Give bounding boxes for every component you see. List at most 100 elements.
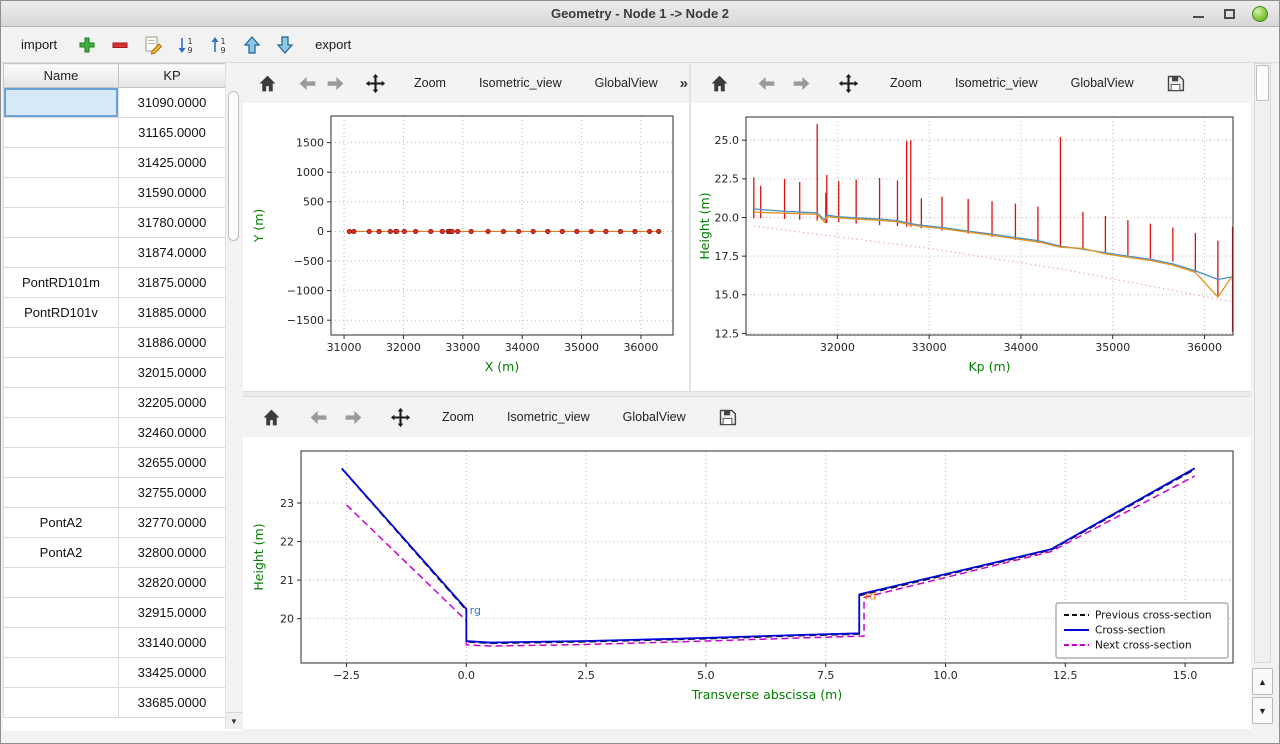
cell-kp[interactable]: 32820.0000 [119,568,226,598]
cell-kp[interactable]: 31425.0000 [119,148,226,178]
cell-kp[interactable]: 32015.0000 [119,358,226,388]
import-button[interactable]: import [11,33,67,56]
table-row[interactable]: 31590.0000 [4,178,226,208]
cell-name[interactable] [4,418,119,448]
column-header-name[interactable]: Name [4,64,119,88]
cell-kp[interactable]: 31165.0000 [119,118,226,148]
home-button[interactable] [257,69,278,97]
table-row[interactable]: 32820.0000 [4,568,226,598]
global-view-button[interactable]: GlobalView [1062,71,1143,95]
cell-name[interactable] [4,238,119,268]
pan-button[interactable] [834,69,862,97]
edit-button[interactable] [140,32,166,58]
cell-name[interactable] [4,628,119,658]
save-button[interactable] [714,403,742,431]
isometric-view-button[interactable]: Isometric_view [470,71,571,95]
table-row[interactable]: 33685.0000 [4,688,226,718]
cell-name[interactable] [4,178,119,208]
export-button[interactable]: export [305,33,361,56]
move-up-button[interactable] [239,32,265,58]
table-row[interactable]: 31780.0000 [4,208,226,238]
home-button[interactable] [257,403,285,431]
table-scrollbar[interactable]: ▼ [225,63,241,729]
table-row[interactable]: PontRD101m31875.0000 [4,268,226,298]
scroll-down-button[interactable]: ▼ [1252,697,1273,724]
cell-kp[interactable]: 32755.0000 [119,478,226,508]
global-view-button[interactable]: GlobalView [614,405,695,429]
add-row-button[interactable] [74,32,100,58]
home-button[interactable] [705,69,733,97]
cell-kp[interactable]: 31590.0000 [119,178,226,208]
cell-kp[interactable]: 32915.0000 [119,598,226,628]
table-row[interactable]: PontRD101v31885.0000 [4,298,226,328]
table-row[interactable]: 31425.0000 [4,148,226,178]
column-header-kp[interactable]: KP [119,64,226,88]
cell-kp[interactable]: 31875.0000 [119,268,226,298]
cell-kp[interactable]: 32655.0000 [119,448,226,478]
table-row[interactable]: PontA232770.0000 [4,508,226,538]
table-row[interactable]: 32655.0000 [4,448,226,478]
cell-name[interactable]: PontA2 [4,508,119,538]
move-down-button[interactable] [272,32,298,58]
global-view-button[interactable]: GlobalView [586,71,667,95]
cell-name[interactable] [4,388,119,418]
close-button[interactable] [1251,4,1269,24]
isometric-view-button[interactable]: Isometric_view [498,405,599,429]
cell-name[interactable] [4,358,119,388]
cell-name[interactable]: PontRD101v [4,298,119,328]
table-row[interactable]: 33425.0000 [4,658,226,688]
cross-section-chart[interactable]: −2.50.02.55.07.510.012.515.020212223Tran… [243,437,1251,729]
table-row[interactable]: 33140.0000 [4,628,226,658]
cell-kp[interactable]: 32800.0000 [119,538,226,568]
table-row[interactable]: 32755.0000 [4,478,226,508]
zoom-button[interactable]: Zoom [433,405,483,429]
table-row[interactable]: 32205.0000 [4,388,226,418]
save-button[interactable] [1162,69,1190,97]
table-scrollbar-thumb[interactable] [228,91,239,241]
table-row[interactable]: 31886.0000 [4,328,226,358]
table-row[interactable]: 32015.0000 [4,358,226,388]
table-row[interactable]: 31874.0000 [4,238,226,268]
cell-kp[interactable]: 32460.0000 [119,418,226,448]
remove-row-button[interactable] [107,32,133,58]
back-button[interactable] [752,69,780,97]
cell-name[interactable] [4,88,119,118]
back-button[interactable] [297,69,318,97]
isometric-view-button[interactable]: Isometric_view [946,71,1047,95]
profile-view-chart[interactable]: 320003300034000350003600012.515.017.520.… [691,103,1251,391]
minimize-button[interactable] [1189,4,1207,24]
maximize-button[interactable] [1220,4,1238,24]
cell-kp[interactable]: 31780.0000 [119,208,226,238]
cell-name[interactable] [4,328,119,358]
cell-kp[interactable]: 33140.0000 [119,628,226,658]
sort-ascending-button[interactable]: 1 9 [206,32,232,58]
cell-kp[interactable]: 31090.0000 [119,88,226,118]
cell-kp[interactable]: 31885.0000 [119,298,226,328]
plan-view-chart[interactable]: 310003200033000340003500036000−1500−1000… [243,103,689,391]
cell-name[interactable] [4,478,119,508]
cell-kp[interactable]: 33685.0000 [119,688,226,718]
titlebar[interactable]: Geometry - Node 1 -> Node 2 [1,1,1279,27]
zoom-button[interactable]: Zoom [881,71,931,95]
pan-button[interactable] [386,403,414,431]
main-vertical-scrollbar[interactable] [1254,63,1271,663]
cell-name[interactable] [4,208,119,238]
cell-name[interactable] [4,148,119,178]
cell-name[interactable]: PontA2 [4,538,119,568]
table-row[interactable]: 31165.0000 [4,118,226,148]
cell-kp[interactable]: 32770.0000 [119,508,226,538]
table-row[interactable]: PontA232800.0000 [4,538,226,568]
cell-name[interactable]: PontRD101m [4,268,119,298]
cell-name[interactable] [4,688,119,718]
forward-button[interactable] [787,69,815,97]
cell-name[interactable] [4,118,119,148]
cell-kp[interactable]: 33425.0000 [119,658,226,688]
cell-name[interactable] [4,448,119,478]
cell-name[interactable] [4,568,119,598]
forward-button[interactable] [339,403,367,431]
cell-name[interactable] [4,658,119,688]
table-row[interactable]: 31090.0000 [4,88,226,118]
table-row[interactable]: 32460.0000 [4,418,226,448]
cell-name[interactable] [4,598,119,628]
cell-kp[interactable]: 31874.0000 [119,238,226,268]
